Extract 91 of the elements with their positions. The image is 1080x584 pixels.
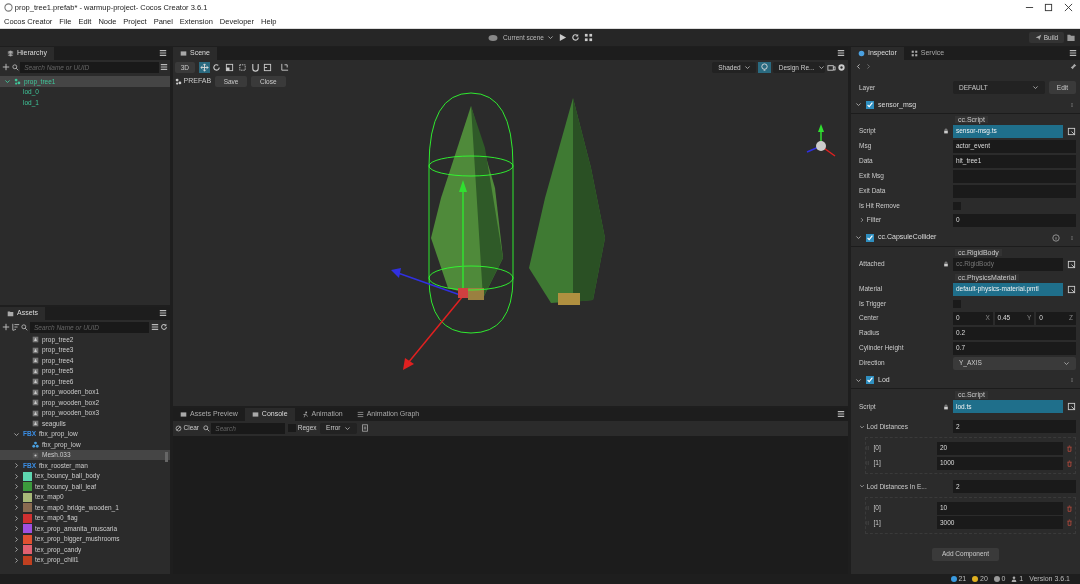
menu-icon[interactable] <box>159 308 167 317</box>
mesh-icon <box>32 451 39 459</box>
move-tool-icon[interactable] <box>198 62 210 73</box>
caret-down-icon[interactable] <box>855 101 862 109</box>
settings-icon[interactable] <box>837 63 847 72</box>
enable-checkbox[interactable] <box>866 233 874 242</box>
maximize-icon[interactable] <box>1044 3 1053 12</box>
caret-icon <box>1063 359 1070 367</box>
enable-checkbox[interactable] <box>866 376 874 385</box>
menu-icon[interactable] <box>837 49 845 57</box>
qr-grid-icon[interactable] <box>583 33 593 42</box>
refresh-icon[interactable] <box>570 33 580 42</box>
list-icon[interactable] <box>150 323 159 331</box>
close-icon[interactable] <box>1063 3 1073 12</box>
menu-icon[interactable] <box>1069 49 1077 57</box>
caret-right-icon[interactable] <box>859 217 865 224</box>
caret-down-icon[interactable] <box>855 376 862 384</box>
menu-icon[interactable] <box>159 49 167 57</box>
add-icon[interactable] <box>1 323 10 331</box>
prefab-icon <box>32 357 39 364</box>
pivot-tool-icon[interactable] <box>262 62 274 73</box>
node-tree-icon <box>174 78 182 85</box>
caret-icon <box>1031 84 1039 91</box>
user-icon[interactable] <box>1011 576 1018 582</box>
prefab-icon <box>32 367 39 375</box>
folder-icon[interactable] <box>1066 33 1076 42</box>
search-icon <box>202 424 210 432</box>
refresh-icon[interactable] <box>160 323 169 331</box>
prefab-icon <box>32 378 39 385</box>
info-icon <box>858 50 865 57</box>
layers-icon <box>7 50 14 57</box>
menu-icon[interactable] <box>837 409 845 418</box>
list-icon[interactable] <box>160 63 169 72</box>
forward-icon[interactable] <box>865 62 872 70</box>
caret-down-icon[interactable] <box>855 234 862 241</box>
grid-icon <box>910 50 918 57</box>
caret-icon <box>744 64 752 71</box>
asset-picker-icon[interactable] <box>1067 402 1076 412</box>
node-tree-icon <box>32 441 39 448</box>
warning-icon[interactable] <box>972 576 979 582</box>
lighting-toggle[interactable] <box>758 62 771 73</box>
send-icon <box>1035 34 1043 41</box>
enable-checkbox[interactable] <box>866 100 874 109</box>
back-icon[interactable] <box>854 62 862 70</box>
prefab-icon <box>32 420 39 427</box>
rotate-tool-icon[interactable] <box>211 62 223 73</box>
scrollbar-thumb[interactable] <box>165 452 168 463</box>
image-icon <box>180 410 187 418</box>
caret-down-icon[interactable] <box>859 423 865 430</box>
sort-icon[interactable] <box>11 323 20 331</box>
caret-icon <box>546 34 554 41</box>
prefab-icon <box>32 388 39 396</box>
scene-icon <box>180 50 187 57</box>
node-tree-icon <box>14 78 21 85</box>
error-icon[interactable] <box>993 576 1000 582</box>
tree-model-drawing[interactable] <box>431 106 503 300</box>
prefab-icon <box>32 336 39 343</box>
rect-tool-icon[interactable] <box>236 62 248 73</box>
prefab-icon <box>32 409 39 417</box>
graph-icon <box>356 410 364 418</box>
console-icon <box>251 410 259 418</box>
caret-down-icon <box>4 78 11 85</box>
help-icon[interactable] <box>1052 233 1060 242</box>
search-icon <box>11 63 19 71</box>
axis-orientation-drawing[interactable] <box>806 124 836 157</box>
prefab-icon <box>32 399 39 406</box>
caret-down-icon[interactable] <box>859 483 865 490</box>
asset-picker-icon[interactable] <box>1067 259 1076 269</box>
platform-icon[interactable] <box>487 32 500 43</box>
snap-tool-icon[interactable] <box>249 62 261 73</box>
running-figure-icon <box>301 410 309 418</box>
asset-picker-icon[interactable] <box>1067 284 1076 294</box>
scale-tool-icon[interactable] <box>224 62 236 73</box>
pin-icon[interactable] <box>1069 62 1077 70</box>
axis-tool-icon[interactable] <box>278 62 290 73</box>
add-icon[interactable] <box>1 63 10 72</box>
folder-icon <box>7 309 14 317</box>
camera-icon[interactable] <box>826 63 836 72</box>
tree-model-drawing[interactable] <box>529 98 605 305</box>
prefab-icon <box>32 346 39 354</box>
search-icon <box>21 323 29 331</box>
app-logo-icon <box>4 3 13 12</box>
caret-icon <box>818 64 826 71</box>
caret-down-icon <box>13 430 20 438</box>
clear-icon <box>174 424 182 432</box>
caret-icon <box>344 424 352 432</box>
move-gizmo-drawing[interactable] <box>391 180 468 370</box>
play-icon[interactable] <box>557 33 567 42</box>
info-icon[interactable] <box>950 576 957 582</box>
document-icon[interactable] <box>360 424 369 433</box>
asset-picker-icon[interactable] <box>1067 126 1076 136</box>
